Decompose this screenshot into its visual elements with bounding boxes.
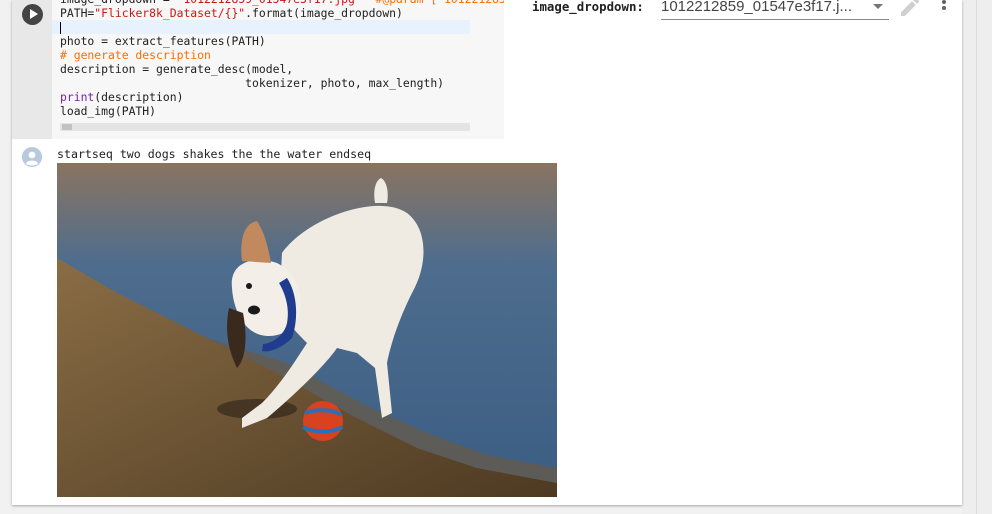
dropdown-selected-value: 1012212859_01547e3f17.j...: [661, 0, 853, 15]
code-line: PATH="Flicker8k_Dataset/{}".format(image…: [60, 6, 504, 20]
ball: [303, 401, 343, 441]
play-icon: [30, 9, 38, 19]
scrollbar-thumb[interactable]: [62, 124, 72, 130]
dog-nose: [248, 305, 260, 315]
page-divider: [976, 0, 977, 514]
code-line: tokenizer, photo, max_length): [60, 76, 504, 90]
code-token: # generate description: [60, 48, 211, 62]
image-dropdown-select[interactable]: 1012212859_01547e3f17.j...: [661, 0, 889, 20]
code-line: # generate description: [60, 48, 504, 62]
run-cell-button[interactable]: [22, 4, 43, 25]
code-token: description = generate_desc(model,: [60, 62, 294, 76]
code-line: load_img(PATH): [60, 104, 504, 118]
notebook-cell: image_dropdown = "1012212859_01547e3f17.…: [12, 0, 962, 505]
code-token: (description): [94, 90, 184, 104]
code-token: PATH=: [60, 6, 95, 20]
pencil-icon[interactable]: [898, 0, 922, 19]
code-token: tokenizer, photo, max_length): [60, 76, 445, 90]
code-token: photo = extract_features(PATH): [60, 34, 266, 48]
code-line: description = generate_desc(model,: [60, 62, 504, 76]
code-line: photo = extract_features(PATH): [60, 34, 504, 48]
output-avatar-icon: [22, 147, 42, 167]
text-cursor: [60, 21, 61, 34]
more-vert-icon[interactable]: [936, 0, 952, 14]
code-lines: image_dropdown = "1012212859_01547e3f17.…: [52, 0, 504, 118]
dog-eye: [246, 283, 252, 289]
chevron-down-icon: [873, 4, 883, 9]
form-param-label: image_dropdown:: [532, 0, 644, 14]
horizontal-scrollbar[interactable]: [60, 123, 470, 131]
code-token: "Flicker8k_Dataset/{}": [94, 6, 246, 20]
code-token: load_img(PATH): [60, 104, 157, 118]
code-token: print: [60, 90, 95, 104]
code-line: print(description): [60, 90, 504, 104]
output-text: startseq two dogs shakes the the water e…: [57, 147, 372, 161]
output-image: [57, 163, 557, 497]
code-line: [52, 20, 470, 34]
cell-gutter: [12, 0, 52, 139]
code-token: .format(image_dropdown): [245, 6, 403, 20]
page-scroll-area: [962, 0, 992, 514]
code-editor[interactable]: image_dropdown = "1012212859_01547e3f17.…: [52, 0, 504, 139]
